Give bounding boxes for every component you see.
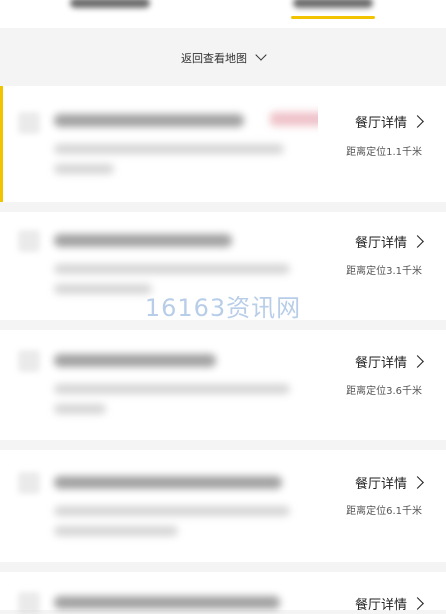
chevron-right-icon bbox=[411, 235, 424, 248]
detail-label: 餐厅详情 bbox=[354, 116, 407, 131]
restaurant-address-blurred-2 bbox=[54, 404, 106, 414]
detail-label: 餐厅详情 bbox=[354, 356, 407, 371]
restaurant-name-blurred bbox=[54, 234, 232, 247]
location-icon bbox=[18, 350, 40, 372]
restaurant-detail-button[interactable]: 餐厅详情 bbox=[354, 594, 424, 613]
distance-text: 距离定位3.6千米 bbox=[346, 386, 422, 397]
chevron-right-icon bbox=[411, 355, 424, 368]
restaurant-name-blurred bbox=[54, 596, 280, 609]
card-right-column: 餐厅详情 距离定位1.1千米 bbox=[318, 86, 446, 202]
restaurant-address-blurred bbox=[54, 384, 290, 394]
chevron-down-icon bbox=[255, 49, 267, 61]
location-icon bbox=[18, 592, 40, 614]
restaurant-card[interactable]: 餐厅详情 距离定位3.6千米 bbox=[0, 330, 446, 440]
restaurant-address-blurred bbox=[54, 506, 290, 516]
restaurant-detail-button[interactable]: 餐厅详情 bbox=[354, 352, 424, 371]
chevron-right-icon bbox=[411, 597, 424, 610]
distance-text: 距离定位1.1千米 bbox=[346, 147, 422, 158]
distance-text: 距离定位6.1千米 bbox=[346, 506, 422, 517]
active-tab-indicator bbox=[291, 16, 375, 19]
distance-text: 距离定位3.1千米 bbox=[346, 266, 422, 277]
card-right-column: 餐厅详情 距离定位3.6千米 bbox=[318, 330, 446, 440]
restaurant-name-blurred bbox=[54, 354, 216, 367]
restaurant-name-blurred bbox=[54, 476, 282, 489]
restaurant-address-blurred-2 bbox=[54, 164, 114, 174]
restaurant-detail-button[interactable]: 餐厅详情 bbox=[354, 473, 424, 492]
tab-right-active[interactable] bbox=[291, 0, 375, 19]
detail-label: 餐厅详情 bbox=[354, 598, 407, 613]
detail-label: 餐厅详情 bbox=[354, 236, 407, 251]
restaurant-address-blurred bbox=[54, 144, 284, 154]
tab-left-label-blurred bbox=[70, 0, 150, 8]
location-icon bbox=[18, 112, 40, 134]
tab-right-label-blurred bbox=[293, 0, 373, 8]
back-to-map-label: 返回查看地图 bbox=[181, 52, 247, 65]
back-to-map-button[interactable]: 返回查看地图 bbox=[0, 49, 446, 70]
watermark: 16163资讯网 bbox=[144, 294, 302, 322]
tab-left[interactable] bbox=[70, 0, 150, 14]
detail-label: 餐厅详情 bbox=[354, 477, 407, 492]
restaurant-detail-button[interactable]: 餐厅详情 bbox=[354, 232, 424, 251]
chevron-right-icon bbox=[411, 115, 424, 128]
location-icon bbox=[18, 230, 40, 252]
restaurant-detail-button[interactable]: 餐厅详情 bbox=[354, 112, 424, 131]
tab-bar bbox=[0, 0, 446, 28]
restaurant-card[interactable]: 餐厅详情 bbox=[0, 572, 446, 614]
location-icon bbox=[18, 472, 40, 494]
restaurant-card[interactable]: 餐厅详情 距离定位1.1千米 bbox=[0, 86, 446, 202]
card-right-column: 餐厅详情 距离定位6.1千米 bbox=[318, 450, 446, 562]
restaurant-card[interactable]: 餐厅详情 距离定位6.1千米 bbox=[0, 450, 446, 562]
restaurant-address-blurred bbox=[54, 264, 290, 274]
chevron-right-icon bbox=[411, 476, 424, 489]
card-right-column: 餐厅详情 bbox=[318, 572, 446, 613]
restaurant-name-blurred bbox=[54, 114, 244, 127]
restaurant-address-blurred-2 bbox=[54, 526, 178, 536]
